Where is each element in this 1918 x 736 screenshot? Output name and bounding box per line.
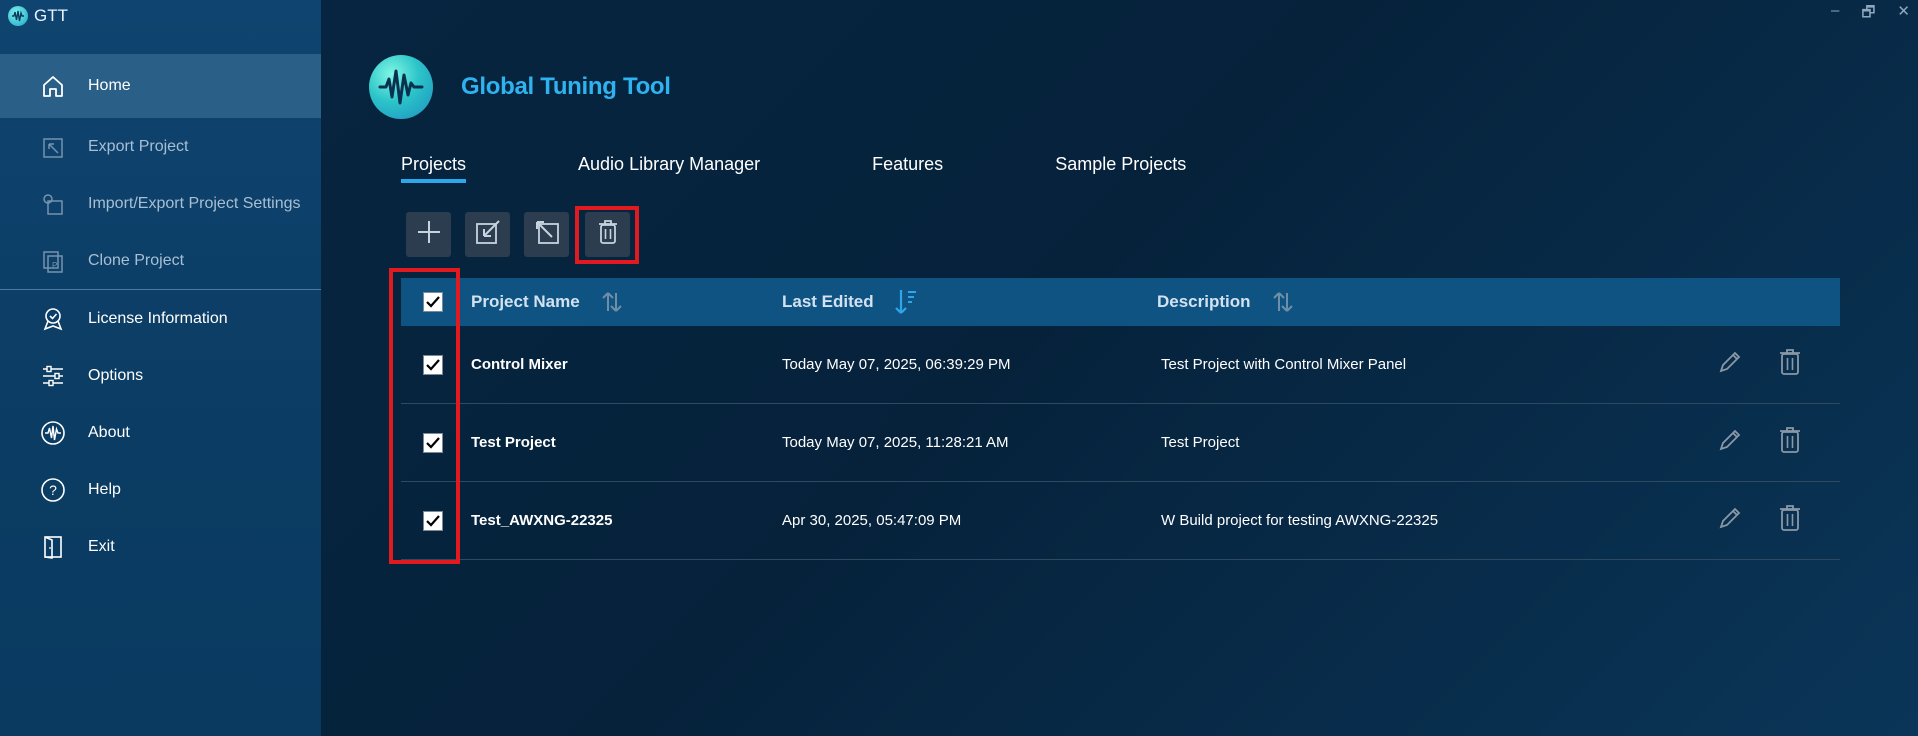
brand-title: Global Tuning Tool <box>461 73 671 100</box>
sidebar-item-exit[interactable]: Exit <box>0 518 321 575</box>
sidebar-item-help[interactable]: ? Help <box>0 461 321 518</box>
description: Test Project with Control Mixer Panel <box>1161 356 1407 373</box>
sidebar-item-label: Options <box>88 366 144 384</box>
edit-project-button[interactable] <box>1714 348 1746 380</box>
column-description[interactable]: Description <box>1157 278 1295 326</box>
trash-icon <box>1777 503 1803 538</box>
restore-button[interactable]: 🗗 <box>1861 2 1875 27</box>
project-name: Test_AWXNG-22325 <box>471 512 613 529</box>
license-badge-icon <box>38 304 68 334</box>
sliders-icon <box>38 361 68 391</box>
tab-projects[interactable]: Projects <box>401 154 467 183</box>
description: Test Project <box>1161 434 1240 451</box>
sidebar-item-options[interactable]: Options <box>0 347 321 404</box>
projects-table: Project Name Last Edited Description Con… <box>401 278 1840 560</box>
export-project-icon <box>38 132 68 162</box>
import-icon <box>473 217 503 252</box>
sidebar-item-clone-project[interactable]: P Clone Project <box>0 232 321 289</box>
edit-project-button[interactable] <box>1714 504 1746 536</box>
pencil-icon <box>1717 505 1743 536</box>
sort-toggle-icon[interactable] <box>600 289 624 315</box>
trash-icon <box>1777 425 1803 460</box>
pencil-icon <box>1717 427 1743 458</box>
clone-project-icon: P <box>38 246 68 276</box>
tab-features[interactable]: Features <box>872 154 943 183</box>
last-edited: Apr 30, 2025, 05:47:09 PM <box>782 512 962 529</box>
description: W Build project for testing AWXNG-22325 <box>1161 512 1439 529</box>
close-button[interactable]: ✕ <box>1897 2 1910 27</box>
sidebar-item-label: Exit <box>88 537 115 555</box>
table-row[interactable]: Control Mixer Today May 07, 2025, 06:39:… <box>401 326 1840 404</box>
svg-text:?: ? <box>49 482 57 498</box>
app-short-title: GTT <box>34 6 68 25</box>
sidebar-item-about[interactable]: About <box>0 404 321 461</box>
minimize-button[interactable]: – <box>1831 2 1839 27</box>
about-waveform-icon <box>38 418 68 448</box>
sidebar-item-label: Clone Project <box>88 251 185 269</box>
sort-descending-icon[interactable] <box>894 288 918 316</box>
delete-button-highlight <box>575 206 639 264</box>
brand-logo-icon <box>369 55 433 119</box>
export-icon <box>532 217 562 252</box>
project-name: Control Mixer <box>471 356 568 373</box>
column-project-name[interactable]: Project Name <box>471 278 624 326</box>
column-label: Description <box>1157 292 1251 311</box>
last-edited: Today May 07, 2025, 11:28:21 AM <box>782 434 1009 451</box>
import-project-button[interactable] <box>465 212 510 257</box>
sidebar-item-label: Home <box>88 77 131 94</box>
app-title: GTT <box>8 6 68 26</box>
sidebar-item-label: License Information <box>88 309 228 327</box>
help-icon: ? <box>38 475 68 505</box>
sidebar-item-license-information[interactable]: License Information <box>0 290 321 347</box>
sidebar-item-export-project[interactable]: Export Project <box>0 118 321 175</box>
svg-text:P: P <box>52 261 57 270</box>
sort-toggle-icon[interactable] <box>1271 289 1295 315</box>
app-logo-icon <box>8 6 28 26</box>
sidebar-item-label: About <box>88 423 130 441</box>
project-name: Test Project <box>471 434 556 451</box>
add-icon <box>415 218 443 251</box>
window-controls: – 🗗 ✕ <box>1831 2 1910 27</box>
main-content: – 🗗 ✕ Global Tuning Tool Projects Audio … <box>321 0 1918 736</box>
sidebar-item-home[interactable]: Home <box>0 54 321 118</box>
import-export-settings-icon <box>38 189 68 219</box>
column-label: Last Edited <box>782 292 874 311</box>
brand-header: Global Tuning Tool <box>369 55 671 119</box>
sidebar-nav: Home Export Project Import/Export Projec… <box>0 54 321 575</box>
last-edited: Today May 07, 2025, 06:39:29 PM <box>782 356 1011 373</box>
table-header: Project Name Last Edited Description <box>401 278 1840 326</box>
tab-audio-library-manager[interactable]: Audio Library Manager <box>578 154 760 183</box>
delete-project-button[interactable] <box>1774 426 1806 458</box>
trash-icon <box>1777 347 1803 382</box>
home-icon <box>38 71 68 101</box>
delete-project-button[interactable] <box>1774 504 1806 536</box>
export-project-button[interactable] <box>524 212 569 257</box>
sidebar-item-label: Export Project <box>88 137 189 155</box>
column-label: Project Name <box>471 292 580 311</box>
delete-project-button[interactable] <box>1774 348 1806 380</box>
checkbox-column-highlight <box>389 268 460 564</box>
exit-door-icon <box>38 532 68 562</box>
column-last-edited[interactable]: Last Edited <box>782 278 918 326</box>
add-project-button[interactable] <box>406 212 451 257</box>
table-row[interactable]: Test Project Today May 07, 2025, 11:28:2… <box>401 404 1840 482</box>
edit-project-button[interactable] <box>1714 426 1746 458</box>
pencil-icon <box>1717 349 1743 380</box>
sidebar-item-import-export-settings[interactable]: Import/Export Project Settings <box>0 175 321 232</box>
sidebar-item-label: Import/Export Project Settings <box>88 194 301 212</box>
tab-sample-projects[interactable]: Sample Projects <box>1055 154 1186 183</box>
table-row[interactable]: Test_AWXNG-22325 Apr 30, 2025, 05:47:09 … <box>401 482 1840 560</box>
sidebar: GTT Home Export Project Import/Export Pr… <box>0 0 321 736</box>
sidebar-item-label: Help <box>88 480 121 498</box>
tab-bar: Projects Audio Library Manager Features … <box>401 154 1298 183</box>
